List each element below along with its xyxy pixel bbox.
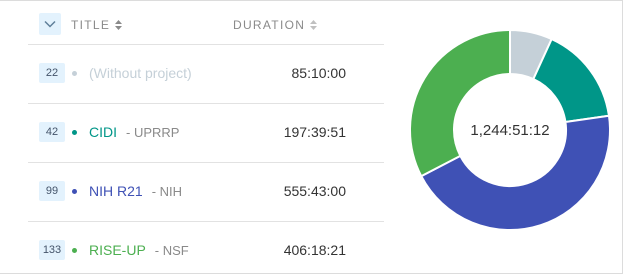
- entry-count-badge: 22: [39, 63, 65, 83]
- project-color-dot: [72, 71, 77, 76]
- project-name-label: RISE-UP: [89, 242, 146, 258]
- chevron-down-icon: [44, 20, 56, 28]
- duration-column-header[interactable]: DURATION: [233, 18, 318, 32]
- client-name: - UPRRP: [126, 125, 180, 140]
- duration-value: 197:39:51: [283, 124, 346, 140]
- entry-count-badge: 42: [39, 122, 65, 142]
- table-row[interactable]: 133 RISE-UP - NSF 406:18:21: [28, 222, 384, 280]
- project-color-dot: [72, 130, 77, 135]
- table-row[interactable]: 22 (Without project) 85:10:00: [28, 45, 384, 104]
- entry-count-badge: 99: [39, 181, 65, 201]
- title-column-header[interactable]: TITLE: [71, 18, 123, 32]
- project-color-dot: [72, 189, 77, 194]
- client-name: - NIH: [151, 184, 183, 199]
- projects-table: TITLE DURATION 22 (Without project) 85:1…: [28, 6, 384, 280]
- client-name: - NSF: [154, 243, 189, 258]
- collapse-button[interactable]: [39, 13, 61, 35]
- project-name[interactable]: RISE-UP - NSF: [89, 242, 189, 258]
- duration-column-label: DURATION: [233, 18, 306, 32]
- duration-value: 85:10:00: [291, 65, 347, 81]
- project-name-label: (Without project): [89, 65, 192, 81]
- project-name-label: CIDI: [89, 124, 117, 140]
- donut-slice-3[interactable]: [409, 28, 511, 178]
- table-header: TITLE DURATION: [28, 6, 384, 45]
- project-name[interactable]: NIH R21 - NIH: [89, 183, 182, 199]
- sort-icon: [310, 19, 318, 30]
- donut-chart: 1,244:51:12: [400, 20, 620, 240]
- donut-chart-svg: [409, 28, 611, 231]
- duration-value: 555:43:00: [283, 183, 346, 199]
- project-name-label: NIH R21: [89, 183, 143, 199]
- project-name[interactable]: (Without project): [89, 65, 192, 81]
- table-row[interactable]: 99 NIH R21 - NIH 555:43:00: [28, 163, 384, 222]
- title-column-label: TITLE: [71, 18, 111, 32]
- sort-icon: [115, 19, 123, 30]
- project-name[interactable]: CIDI - UPRRP: [89, 124, 179, 140]
- table-row[interactable]: 42 CIDI - UPRRP 197:39:51: [28, 104, 384, 163]
- project-color-dot: [72, 248, 77, 253]
- entry-count-badge: 133: [39, 240, 65, 260]
- duration-value: 406:18:21: [283, 242, 346, 258]
